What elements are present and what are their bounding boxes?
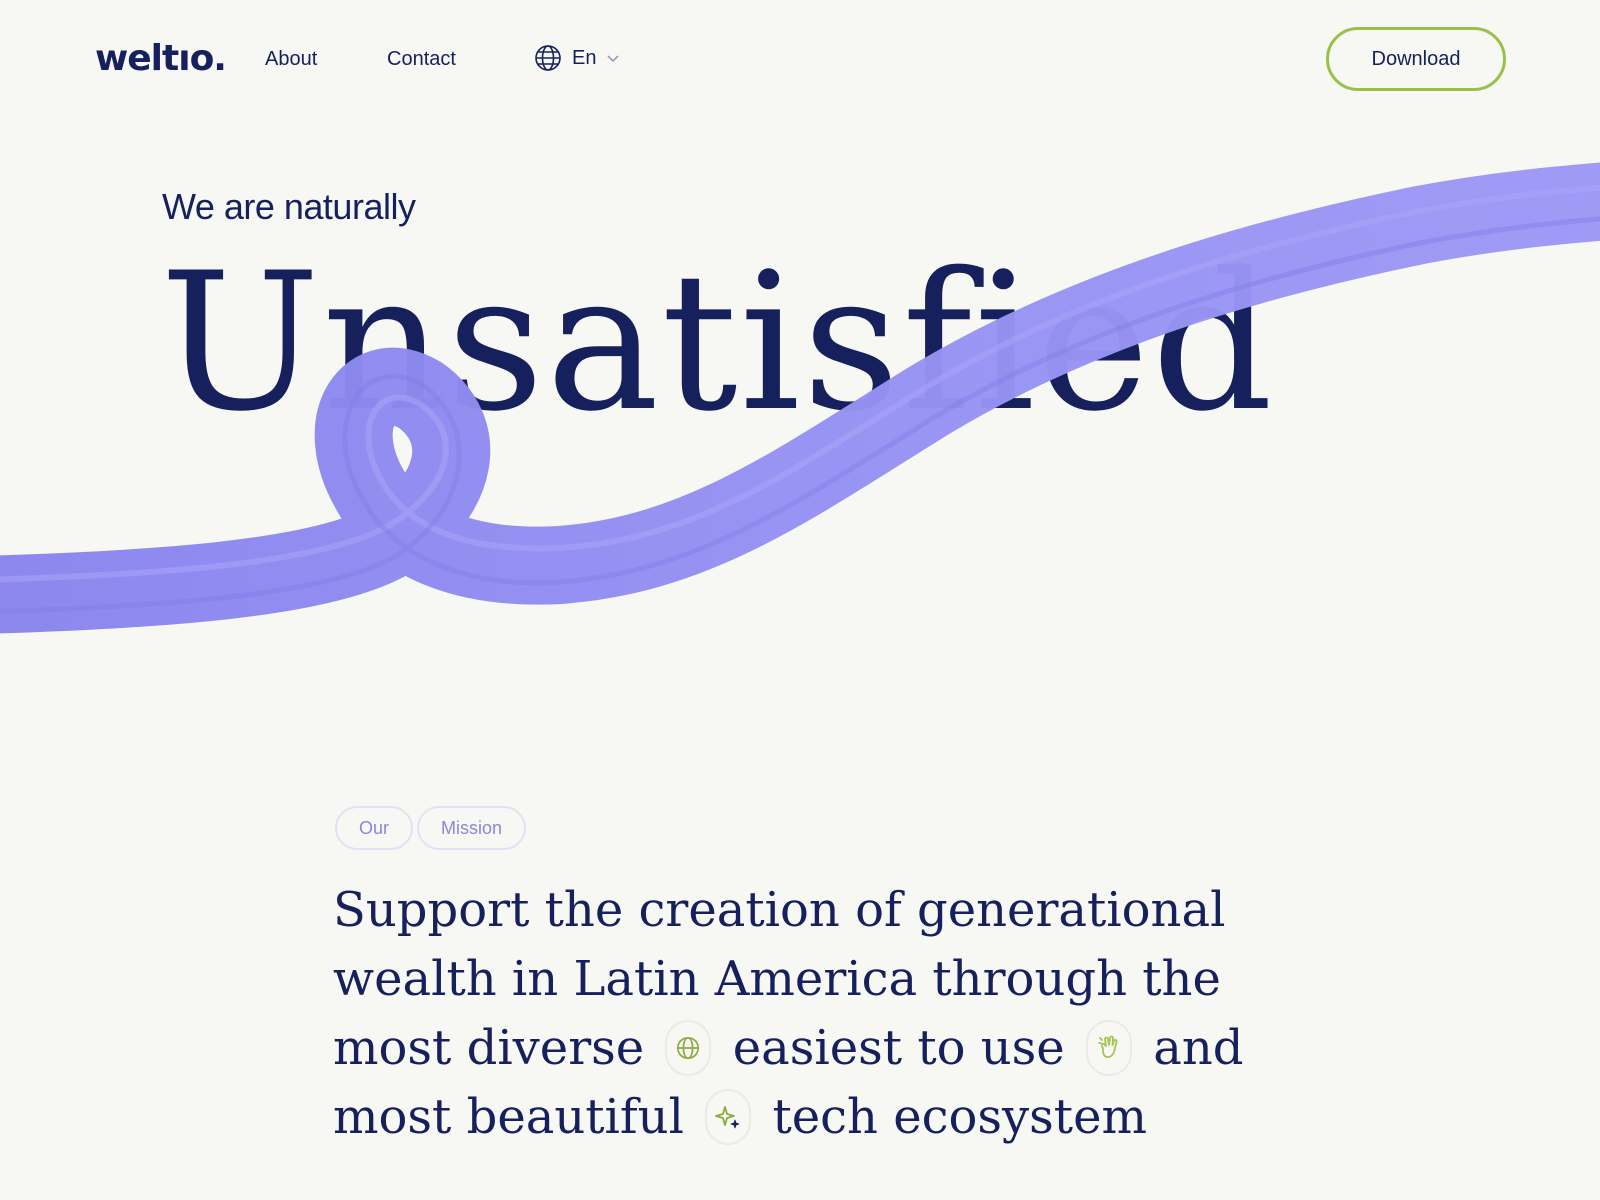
language-selector[interactable]: En: [534, 44, 620, 72]
mission-tags: Our Mission: [335, 806, 527, 850]
mission-line-2: wealth in Latin America through the: [333, 951, 1221, 1007]
hero-headline: Unsatisfied: [160, 232, 1276, 453]
hero-eyebrow: We are naturally: [162, 186, 416, 227]
mission-line-3: most diverse easiest to use and: [333, 1014, 1244, 1083]
mission-text-easiest: easiest to use: [732, 1020, 1065, 1076]
mission-text-ecosystem: tech ecosystem: [772, 1089, 1147, 1145]
tag-mission: Mission: [417, 806, 527, 850]
globe-icon: [665, 1019, 712, 1076]
mission-text-beautiful: most beautiful: [333, 1089, 684, 1145]
mission-text-and: and: [1153, 1020, 1244, 1076]
language-label: En: [572, 46, 597, 69]
top-navigation: weltıo. About Contact En Download: [0, 0, 1600, 130]
mission-line-1: Support the creation of generational: [333, 882, 1226, 938]
download-button[interactable]: Download: [1326, 27, 1506, 91]
mission-text-diverse: most diverse: [333, 1020, 645, 1076]
globe-icon: [534, 44, 562, 72]
chevron-down-icon: [606, 53, 620, 63]
nav-link-about[interactable]: About: [265, 48, 317, 71]
nav-link-contact[interactable]: Contact: [387, 48, 456, 71]
mission-statement: Support the creation of generational wea…: [333, 876, 1244, 1152]
hand-icon: [1085, 1019, 1132, 1076]
tag-our: Our: [335, 806, 414, 850]
sparkle-icon: [705, 1088, 752, 1145]
mission-line-4: most beautiful tech ecosystem: [333, 1083, 1233, 1152]
weltio-logo[interactable]: weltıo.: [95, 38, 227, 79]
